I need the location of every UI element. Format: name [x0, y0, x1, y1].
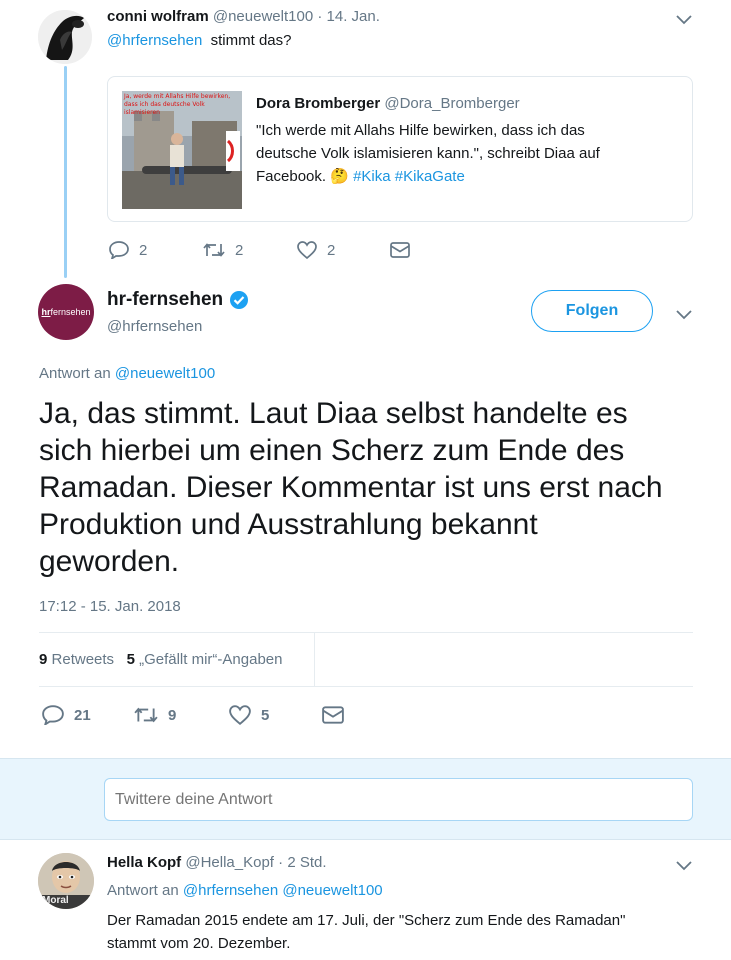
stats-divider	[314, 632, 315, 686]
main-tweet-author-handle[interactable]: @hrfernsehen	[107, 318, 202, 335]
quoted-tweet-line: deutsche Volk islamisieren kann.", schre…	[256, 145, 600, 162]
main-tweet-like-button[interactable]: 5	[229, 705, 269, 725]
main-tweet-reply-button[interactable]: 21	[42, 705, 91, 725]
heart-icon	[297, 241, 317, 259]
main-tweet-message-button[interactable]	[322, 706, 344, 724]
main-tweet-text-line: geworden.	[39, 545, 180, 578]
reply-input[interactable]	[104, 778, 693, 821]
main-tweet-more-menu[interactable]	[676, 307, 692, 325]
quoted-tweet-author-handle[interactable]: @Dora_Bromberger	[384, 95, 519, 112]
hr-fernsehen-logo: hrfernsehen	[41, 307, 90, 317]
quoted-tweet-card[interactable]: Ja, werde mit Allahs Hilfe bewirken, das…	[107, 76, 693, 222]
reply-text-line: stammt vom 20. Dezember.	[107, 935, 291, 952]
tweet1-like-button[interactable]: 2	[297, 241, 335, 259]
tweet1-separator: ·	[317, 8, 323, 25]
reply-icon	[42, 705, 64, 725]
retweets-stat-label: Retweets	[51, 651, 115, 668]
quoted-tweet-text: "Ich werde mit Allahs Hilfe bewirken, da…	[256, 119, 600, 188]
main-tweet-retweet-count: 9	[168, 706, 177, 724]
tweet1-body: stimmt das?	[210, 32, 292, 49]
reply-separator: ·	[278, 854, 284, 871]
chevron-down-icon	[676, 310, 692, 320]
hella-kopf-avatar[interactable]: Moral	[38, 853, 94, 909]
main-tweet-text-line: sich hierbei um einen Scherz zum Ende de…	[39, 434, 625, 467]
main-tweet-reply-to: Antwort an @neuewelt100	[39, 365, 215, 382]
reply-reply-to-prefix: Antwort an	[107, 882, 179, 899]
envelope-icon	[322, 706, 344, 724]
reply-text-line: Der Ramadan 2015 endete am 17. Juli, der…	[107, 912, 626, 929]
reply-composer-section	[0, 758, 731, 840]
main-tweet-text-line: Ja, das stimmt. Laut Diaa selbst handelt…	[39, 397, 628, 430]
hr-logo-rest: fernsehen	[50, 307, 91, 317]
main-tweet-stats: 9 Retweets 5 „Gefällt mir“-Angaben	[39, 651, 282, 668]
main-tweet-author: hr-fernsehen	[107, 289, 249, 311]
quoted-tweet-author-name[interactable]: Dora Bromberger	[256, 95, 380, 112]
reply-to-handle[interactable]: @neuewelt100	[115, 365, 215, 382]
reply-author-name[interactable]: Hella Kopf	[107, 854, 181, 871]
chevron-down-icon	[676, 861, 692, 871]
quoted-tweet-thumbnail-caption: Ja, werde mit Allahs Hilfe bewirken, das…	[124, 93, 231, 116]
tweet1-mention[interactable]: @hrfernsehen	[107, 32, 202, 49]
likes-stat-count: 5	[126, 651, 135, 668]
retweet-icon	[134, 707, 158, 723]
main-tweet-text: Ja, das stimmt. Laut Diaa selbst handelt…	[39, 395, 663, 580]
reply-reply-to: Antwort an @hrfernsehen @neuewelt100	[107, 882, 383, 899]
reply-to-prefix: Antwort an	[39, 365, 111, 382]
tweet1-date[interactable]: 14. Jan.	[327, 8, 380, 25]
chevron-down-icon	[676, 15, 692, 25]
retweets-stat-count: 9	[39, 651, 48, 668]
quoted-tweet-thumbnail[interactable]: Ja, werde mit Allahs Hilfe bewirken, das…	[122, 91, 242, 209]
tweet1-author-name[interactable]: conni wolfram	[107, 8, 209, 25]
quoted-tweet-line-text: Facebook.	[256, 168, 327, 185]
reply-text: Der Ramadan 2015 endete am 17. Juli, der…	[107, 909, 625, 955]
main-tweet-text-line: Ramadan. Dieser Kommentar ist uns erst n…	[39, 471, 663, 504]
main-tweet-author-name[interactable]: hr-fernsehen	[107, 289, 223, 311]
likes-stat-label: „Gefällt mir“-Angaben	[139, 651, 283, 668]
hr-fernsehen-avatar[interactable]: hrfernsehen	[38, 284, 94, 340]
quoted-tweet-line: Facebook. 🤔 #Kika #KikaGate	[256, 165, 600, 188]
reply-icon	[109, 241, 129, 259]
tweet1-author-handle[interactable]: @neuewelt100	[213, 8, 313, 25]
verified-badge-icon	[230, 291, 249, 309]
heart-icon	[229, 705, 251, 725]
reply-author-handle[interactable]: @Hella_Kopf	[185, 854, 274, 871]
reply-time[interactable]: 2 Std.	[287, 854, 326, 871]
tweet1-retweet-count: 2	[235, 241, 244, 259]
conni-wolfram-avatar[interactable]	[38, 10, 92, 64]
reply-header: Hella Kopf @Hella_Kopf · 2 Std.	[107, 854, 327, 871]
reply-more-menu[interactable]	[676, 858, 692, 876]
quoted-tweet-hashtags[interactable]: #Kika #KikaGate	[353, 168, 465, 185]
tweet1-reply-button[interactable]: 2	[109, 241, 147, 259]
divider	[39, 686, 693, 687]
tweet1-more-menu[interactable]	[676, 12, 692, 30]
envelope-icon	[390, 242, 410, 258]
thread-line	[64, 66, 67, 278]
divider	[39, 632, 693, 633]
tweet1-like-count: 2	[327, 241, 336, 259]
tweet1-text: @hrfernsehen stimmt das?	[107, 32, 291, 49]
hella-kopf-avatar-text: Moral	[42, 895, 69, 906]
quoted-tweet-header: Dora Bromberger @Dora_Bromberger	[256, 95, 520, 112]
main-tweet-retweet-button[interactable]: 9	[134, 705, 176, 725]
main-tweet-like-count: 5	[261, 706, 270, 724]
follow-button[interactable]: Folgen	[531, 290, 653, 332]
retweets-stat[interactable]: 9 Retweets	[39, 651, 114, 668]
quoted-tweet-line: "Ich werde mit Allahs Hilfe bewirken, da…	[256, 122, 585, 139]
reply-reply-to-handles[interactable]: @hrfernsehen @neuewelt100	[183, 882, 383, 899]
tweet1-reply-count: 2	[139, 241, 148, 259]
tweet1-retweet-button[interactable]: 2	[203, 241, 243, 259]
tweet1-message-button[interactable]	[390, 242, 410, 258]
retweet-icon	[203, 243, 225, 257]
thinking-face-emoji: 🤔	[330, 168, 349, 185]
main-tweet-text-line: Produktion und Ausstrahlung bekannt	[39, 508, 538, 541]
main-tweet-timestamp[interactable]: 17:12 - 15. Jan. 2018	[39, 598, 181, 615]
tweet1-header: conni wolfram @neuewelt100 · 14. Jan.	[107, 8, 380, 25]
follow-button-label: Folgen	[565, 302, 619, 319]
main-tweet-reply-count: 21	[74, 706, 91, 724]
likes-stat[interactable]: 5 „Gefällt mir“-Angaben	[127, 651, 283, 668]
